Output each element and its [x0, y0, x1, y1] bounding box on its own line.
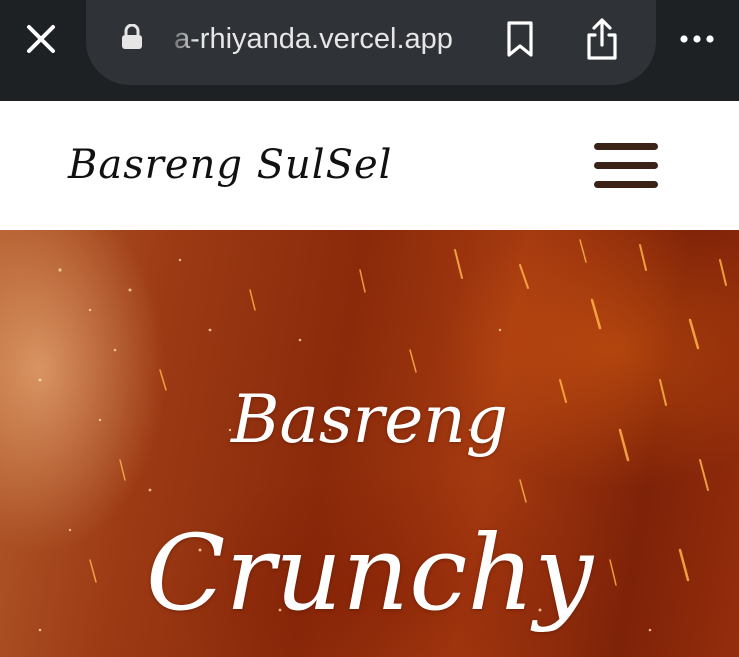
- close-button[interactable]: [22, 20, 60, 58]
- lock-icon: [120, 23, 144, 50]
- bookmark-icon: [507, 21, 533, 57]
- more-options-button[interactable]: [676, 24, 718, 54]
- url-text[interactable]: a-rhiyanda.vercel.app: [174, 19, 453, 59]
- menu-bar-line: [594, 162, 658, 169]
- menu-bar-line: [594, 181, 658, 188]
- share-button[interactable]: [584, 17, 620, 61]
- menu-bar-line: [594, 143, 658, 150]
- hero-title-line2: Crunchy: [145, 512, 594, 634]
- hero-title-line1: Basreng: [230, 381, 509, 458]
- hamburger-menu-icon[interactable]: [591, 141, 661, 191]
- share-icon: [587, 18, 617, 60]
- close-icon: [27, 25, 55, 53]
- more-icon: [680, 35, 714, 43]
- site-header: Basreng SulSel: [0, 101, 739, 230]
- bookmark-button[interactable]: [504, 20, 536, 58]
- hero-banner: Basreng Crunchy: [0, 230, 739, 657]
- browser-toolbar: a-rhiyanda.vercel.app: [0, 0, 739, 101]
- site-logo[interactable]: Basreng SulSel: [68, 137, 392, 193]
